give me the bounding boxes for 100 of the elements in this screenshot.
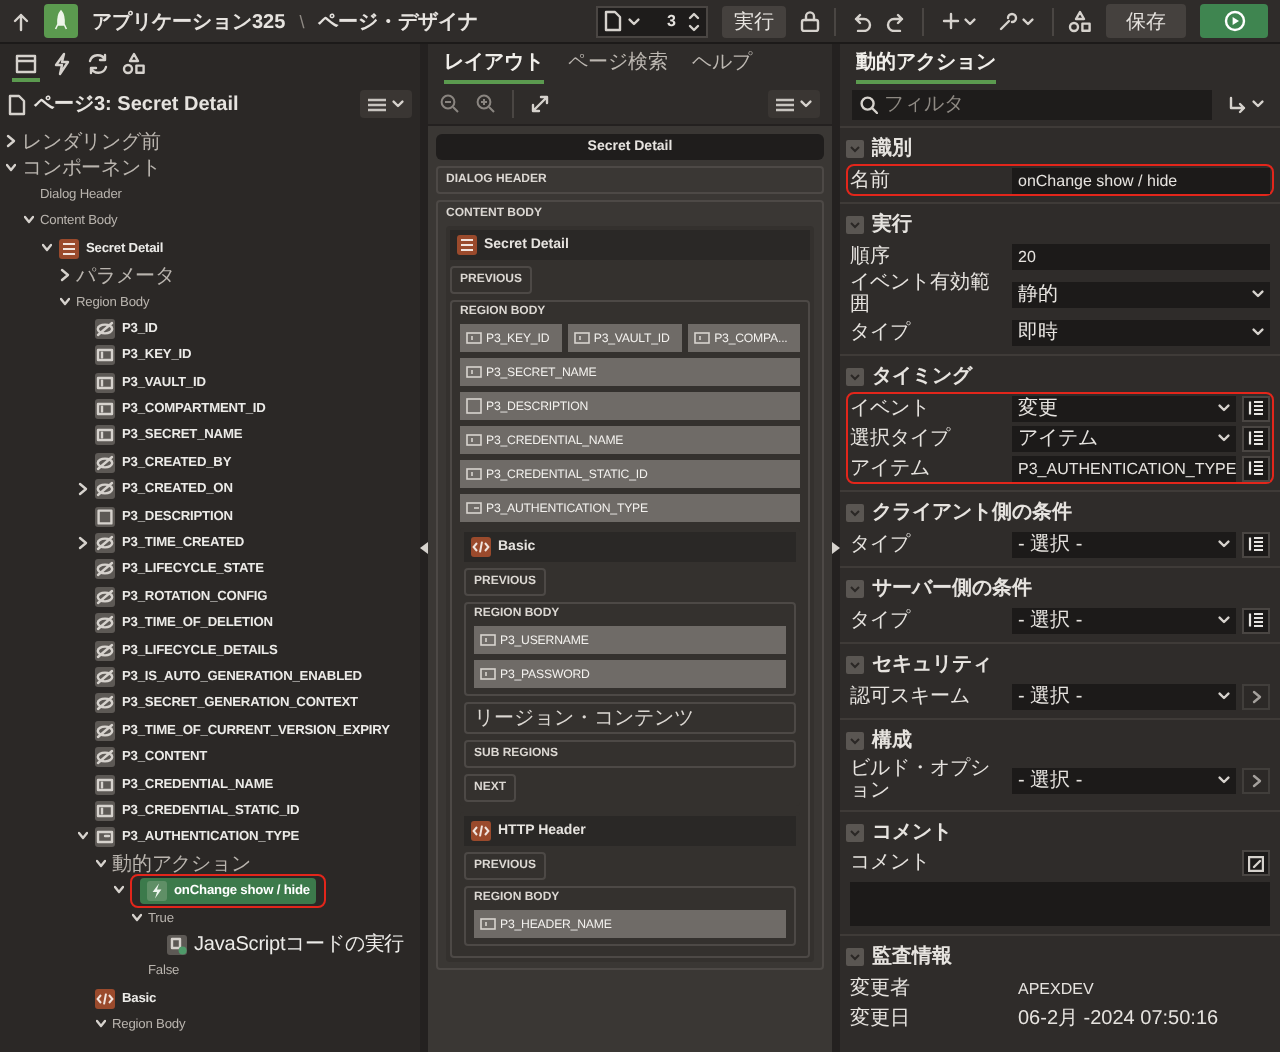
- play-icon: [1223, 10, 1245, 32]
- text-field[interactable]: 20: [1012, 243, 1270, 269]
- section-title: コメント: [872, 820, 952, 846]
- select-field[interactable]: 即時: [1012, 319, 1270, 345]
- list-icon: [1248, 460, 1264, 476]
- list-button[interactable]: [1242, 425, 1270, 451]
- edit-button[interactable]: [1242, 850, 1270, 876]
- tree-item[interactable]: レンダリング前: [22, 127, 161, 156]
- list-button[interactable]: [1242, 531, 1270, 557]
- save-button[interactable]: 保存: [1106, 4, 1186, 38]
- field-value: APEXDEV: [1016, 979, 1094, 997]
- page-icon: [604, 10, 622, 32]
- chevron-icon[interactable]: [78, 536, 88, 551]
- text-item-icon: [94, 371, 116, 394]
- run-page-button[interactable]: [1200, 4, 1268, 38]
- chevron-icon[interactable]: [6, 161, 16, 176]
- menu-button[interactable]: [768, 90, 820, 118]
- zoom-in-icon[interactable]: [476, 94, 496, 114]
- select-field[interactable]: - 選択 -: [1012, 683, 1236, 709]
- text-field[interactable]: P3_AUTHENTICATION_TYPE: [1012, 455, 1236, 481]
- field-label: 認可スキーム: [850, 685, 972, 707]
- chevron-icon: [1251, 773, 1261, 787]
- chevron-icon[interactable]: [60, 268, 70, 283]
- list-icon: [1248, 612, 1264, 628]
- app-link[interactable]: アプリケーション325: [92, 7, 286, 35]
- chevron-icon[interactable]: [6, 134, 16, 149]
- lightning-icon: [146, 880, 168, 903]
- section-title: 監査情報: [872, 943, 952, 970]
- text-field[interactable]: onChange show / hide: [1012, 167, 1270, 193]
- field-value: 06-2月 -2024 07:50:16: [1016, 1006, 1219, 1032]
- list-button[interactable]: [1242, 395, 1270, 421]
- shapes-icon[interactable]: [1068, 9, 1092, 33]
- section-title: タイミング: [872, 364, 972, 390]
- window-icon: [14, 52, 38, 76]
- list-button[interactable]: [1242, 455, 1270, 481]
- hidden-item-icon: [94, 666, 116, 688]
- tab[interactable]: 動的アクション: [856, 44, 996, 84]
- chevron-icon[interactable]: [132, 911, 142, 926]
- chevron-icon[interactable]: [60, 295, 70, 310]
- tab[interactable]: ヘルプ: [692, 44, 752, 84]
- caret-icon: [628, 17, 640, 25]
- select-field[interactable]: - 選択 -: [1012, 531, 1236, 557]
- lock-icon[interactable]: [800, 10, 820, 32]
- select-field[interactable]: アイテム: [1012, 425, 1236, 451]
- code-icon: [94, 987, 116, 1010]
- tab[interactable]: レイアウト: [444, 44, 544, 84]
- text-item-icon: [94, 799, 116, 822]
- chevron-icon[interactable]: [96, 1018, 106, 1033]
- menu-icon: [776, 97, 794, 111]
- page-heading: ページ3: Secret Detail: [34, 92, 239, 118]
- tree-item[interactable]: コンポーネント: [22, 154, 161, 183]
- select-field[interactable]: - 選択 -: [1012, 607, 1236, 633]
- tree-item[interactable]: 動的アクション: [112, 850, 251, 879]
- text-item-icon: [94, 424, 116, 447]
- menu-button[interactable]: [360, 90, 412, 118]
- hidden-item-icon: [94, 746, 116, 769]
- chevron-icon[interactable]: [78, 482, 88, 497]
- stepper-icon[interactable]: [688, 9, 700, 33]
- select-field[interactable]: - 選択 -: [1012, 767, 1236, 793]
- section-title: サーバー側の条件: [872, 575, 1032, 602]
- caret-icon: [1218, 616, 1230, 624]
- chevron-icon[interactable]: [78, 830, 88, 845]
- list-button[interactable]: [1242, 607, 1270, 633]
- caret-icon: [1218, 434, 1230, 442]
- field-label: 選択タイプ: [850, 427, 953, 449]
- tree-item[interactable]: パラメータ: [76, 261, 176, 290]
- select-field[interactable]: 変更: [1012, 395, 1236, 421]
- textarea-item-icon: [466, 398, 482, 414]
- chevron-icon[interactable]: [24, 214, 34, 229]
- open-button[interactable]: [1242, 683, 1270, 709]
- hidden-item-icon: [94, 451, 116, 474]
- region-icon: [58, 237, 80, 260]
- undo-icon[interactable]: [850, 11, 872, 31]
- chevron-icon[interactable]: [42, 241, 52, 256]
- filter-field[interactable]: フィルタ: [852, 89, 1212, 119]
- code-icon: [470, 536, 492, 558]
- tab[interactable]: ページ検索: [568, 44, 668, 84]
- up-arrow-icon[interactable]: [12, 11, 30, 31]
- text-item-icon: [466, 432, 482, 448]
- section-title: クライアント側の条件: [872, 499, 1072, 526]
- plus-icon: [942, 12, 960, 30]
- app-icon[interactable]: [44, 4, 78, 38]
- field-label: タイプ: [850, 533, 913, 555]
- open-button[interactable]: [1242, 767, 1270, 793]
- text-item-icon: [480, 916, 496, 932]
- section-title: 構成: [872, 727, 912, 754]
- tree-item[interactable]: JavaScriptコードの実行: [166, 930, 405, 959]
- page-selector[interactable]: 3: [596, 5, 708, 37]
- hidden-item-icon: [94, 478, 116, 501]
- run-button[interactable]: 実行: [722, 5, 786, 37]
- chevron-icon[interactable]: [114, 884, 124, 899]
- caret-icon: [964, 17, 976, 25]
- panel-tab[interactable]: [12, 52, 40, 82]
- caret-icon: [1252, 290, 1264, 298]
- chevron-icon[interactable]: [96, 857, 106, 872]
- expand-icon[interactable]: [530, 94, 550, 114]
- select-field[interactable]: 静的: [1012, 281, 1270, 307]
- section-title: 識別: [872, 135, 912, 162]
- zoom-out-icon[interactable]: [440, 94, 460, 114]
- redo-icon[interactable]: [886, 11, 908, 31]
